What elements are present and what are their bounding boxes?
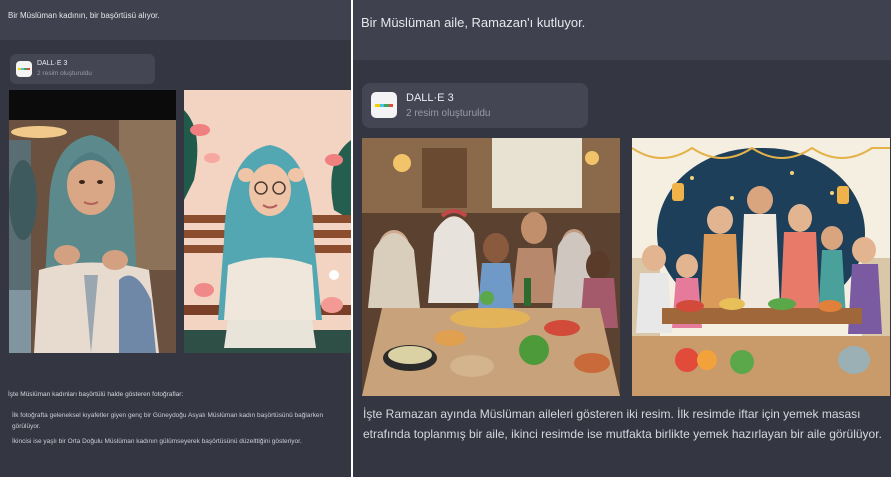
dalle-logo-icon — [371, 92, 397, 118]
list-item: İlk fotoğrafta geleneksel kıyafetler giy… — [12, 412, 324, 430]
right-chat-panel: Bir Müslüman aile, Ramazan'ı kutluyor. D… — [353, 0, 891, 477]
tool-status: 2 resim oluşturuldu — [406, 108, 491, 119]
user-message: Bir Müslüman aile, Ramazan'ı kutluyor. — [361, 15, 586, 30]
dalle-tool-card[interactable]: DALL·E 3 2 resim oluşturuldu — [10, 54, 155, 84]
list-item: İkincisi ise yaşlı bir Orta Doğulu Müslü… — [12, 438, 302, 445]
photo-woman-hijab-icon — [9, 90, 176, 353]
tool-name: DALL·E 3 — [406, 92, 454, 104]
response-text: İşte Ramazan ayında Müslüman aileleri gö… — [363, 407, 882, 441]
user-message-row: Bir Müslüman kadının, bir başörtüsü alıy… — [0, 0, 351, 40]
user-message-row: Bir Müslüman aile, Ramazan'ı kutluyor. — [353, 0, 891, 60]
response-list: İlk fotoğrafta geleneksel kıyafetler giy… — [8, 410, 346, 451]
user-message: Bir Müslüman kadının, bir başörtüsü alıy… — [8, 11, 160, 20]
generated-image-1[interactable] — [9, 90, 176, 353]
illustration-family-ramadan-icon — [632, 138, 890, 396]
left-chat-panel: Bir Müslüman kadının, bir başörtüsü alıy… — [0, 0, 351, 477]
generated-image-2[interactable] — [184, 90, 351, 353]
dalle-logo-icon — [16, 61, 32, 77]
illustration-woman-hijab-icon — [184, 90, 351, 353]
generated-image-3[interactable] — [362, 138, 620, 396]
photo-family-iftar-icon — [362, 138, 620, 396]
dalle-tool-card[interactable]: DALL·E 3 2 resim oluşturuldu — [362, 83, 588, 128]
response-intro: İşte Müslüman kadınları başörtülü halde … — [8, 391, 184, 398]
tool-name: DALL·E 3 — [37, 60, 68, 67]
tool-status: 2 resim oluşturuldu — [37, 70, 92, 77]
generated-image-4[interactable] — [632, 138, 890, 396]
